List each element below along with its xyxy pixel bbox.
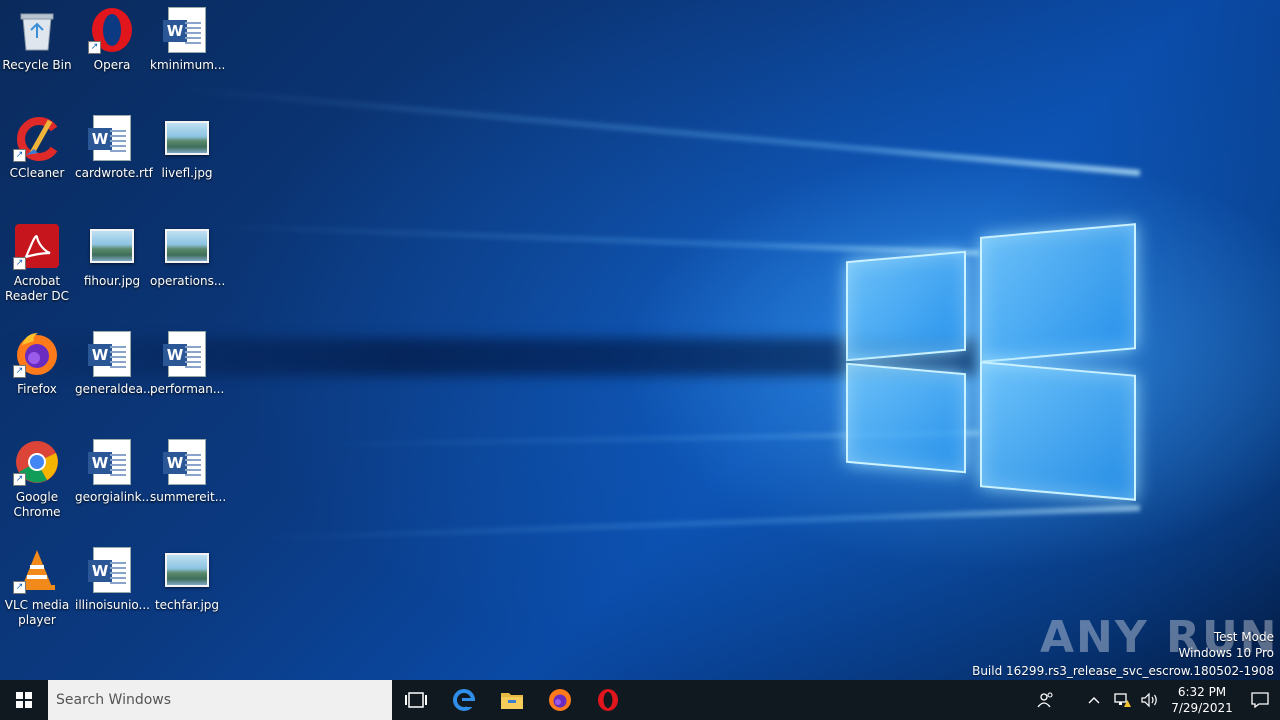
system-tray: 6:32 PM 7/29/2021 xyxy=(1032,680,1280,720)
desktop-icon-label: techfar.jpg xyxy=(154,598,220,612)
chrome-icon: ↗ xyxy=(13,438,61,486)
search-placeholder: Search Windows xyxy=(56,692,172,708)
desktop-icon-label: Google Chrome xyxy=(13,490,61,519)
notification-icon xyxy=(1251,692,1269,708)
desktop-icon-google-chrome[interactable]: ↗ Google Chrome xyxy=(0,438,74,520)
logo-pane-bottom-right xyxy=(980,361,1136,501)
desktop-icon-label: livefl.jpg xyxy=(161,166,213,180)
desktop-icon-vlc-media-player[interactable]: ↗ VLC media player xyxy=(0,546,74,628)
vlc-icon: ↗ xyxy=(13,546,61,594)
opera-icon: ↗ xyxy=(88,6,136,54)
desktop-icon-label: VLC media player xyxy=(4,598,70,627)
people-icon xyxy=(1037,692,1053,708)
wallpaper-light-beam xyxy=(183,86,1141,176)
taskbar-file-explorer-button[interactable] xyxy=(488,680,536,720)
windows-logo-wallpaper xyxy=(840,216,1140,516)
logo-pane-top-right xyxy=(980,223,1136,363)
taskbar-edge-button[interactable] xyxy=(440,680,488,720)
image-icon xyxy=(163,222,211,270)
desktop-icon-label: generaldea... xyxy=(75,382,155,396)
test-mode-label: Test Mode xyxy=(1213,630,1274,644)
desktop-icon-label: CCleaner xyxy=(9,166,65,180)
desktop-icon-opera[interactable]: ↗ Opera xyxy=(75,6,149,73)
shortcut-arrow-icon: ↗ xyxy=(88,41,101,54)
shortcut-arrow-icon: ↗ xyxy=(13,257,26,270)
word-icon: W xyxy=(88,438,136,486)
image-icon xyxy=(163,114,211,162)
firefox-icon xyxy=(549,689,571,711)
ccleaner-icon: ↗ xyxy=(13,114,61,162)
network-warning-icon xyxy=(1114,693,1131,707)
chevron-up-icon xyxy=(1088,697,1100,704)
task-view-button[interactable] xyxy=(392,680,440,720)
windows-edition-label: Windows 10 Pro xyxy=(1178,646,1274,660)
desktop-icon-label: Acrobat Reader DC xyxy=(5,274,69,303)
folder-icon xyxy=(501,693,523,709)
desktop-icon-firefox[interactable]: ↗ Firefox xyxy=(0,330,74,397)
clock[interactable]: 6:32 PM 7/29/2021 xyxy=(1164,684,1240,716)
clock-time: 6:32 PM xyxy=(1177,685,1227,699)
search-box[interactable]: Search Windows xyxy=(48,680,392,720)
taskbar-firefox-button[interactable] xyxy=(536,680,584,720)
desktop-icon-fihour-jpg[interactable]: fihour.jpg xyxy=(75,222,149,289)
desktop-icon-label: summereit... xyxy=(150,490,227,504)
speaker-icon xyxy=(1141,692,1157,708)
desktop-icon-label: kminimum... xyxy=(150,58,226,72)
opera-icon xyxy=(598,689,618,711)
desktop-icon-georgialink[interactable]: Wgeorgialink... xyxy=(75,438,154,505)
desktop-icon-ccleaner[interactable]: ↗ CCleaner xyxy=(0,114,74,181)
windows-start-icon xyxy=(16,692,32,708)
desktop-icon-performan[interactable]: Wperforman... xyxy=(150,330,224,397)
people-button[interactable] xyxy=(1032,680,1060,720)
logo-pane-bottom-left xyxy=(846,362,966,474)
image-icon xyxy=(88,222,136,270)
desktop-icon-techfar-jpg[interactable]: techfar.jpg xyxy=(150,546,224,613)
desktop-icon-recycle-bin[interactable]: Recycle Bin xyxy=(0,6,74,73)
desktop-icon-label: georgialink... xyxy=(75,490,154,504)
recycle-icon xyxy=(13,6,61,54)
acrobat-icon: ↗ xyxy=(13,222,61,270)
taskbar-opera-button[interactable] xyxy=(584,680,632,720)
desktop-icon-label: fihour.jpg xyxy=(83,274,141,288)
desktop-icon-generaldea[interactable]: Wgeneraldea... xyxy=(75,330,155,397)
edge-icon xyxy=(453,689,475,711)
shortcut-arrow-icon: ↗ xyxy=(13,581,26,594)
build-label: Build 16299.rs3_release_svc_escrow.18050… xyxy=(972,664,1274,678)
clock-date: 7/29/2021 xyxy=(1171,701,1233,715)
desktop-icon-acrobat-reader-dc[interactable]: ↗ Acrobat Reader DC xyxy=(0,222,74,304)
desktop-icon-label: cardwrote.rtf xyxy=(75,166,153,180)
word-icon: W xyxy=(88,114,136,162)
shortcut-arrow-icon: ↗ xyxy=(13,473,26,486)
firefox-icon: ↗ xyxy=(13,330,61,378)
word-icon: W xyxy=(88,546,136,594)
desktop-icon-livefl-jpg[interactable]: livefl.jpg xyxy=(150,114,224,181)
network-button[interactable] xyxy=(1108,680,1136,720)
desktop-icon-kminimum[interactable]: Wkminimum... xyxy=(150,6,226,73)
desktop-icon-label: Opera xyxy=(93,58,131,72)
desktop-icon-summereit[interactable]: Wsummereit... xyxy=(150,438,227,505)
desktop-icon-cardwrote-rtf[interactable]: Wcardwrote.rtf xyxy=(75,114,153,181)
desktop-icon-label: illinoisunio... xyxy=(75,598,150,612)
word-icon: W xyxy=(163,438,211,486)
shortcut-arrow-icon: ↗ xyxy=(13,365,26,378)
word-icon: W xyxy=(88,330,136,378)
desktop-icon-label: operations... xyxy=(150,274,226,288)
image-icon xyxy=(163,546,211,594)
volume-button[interactable] xyxy=(1136,680,1164,720)
action-center-button[interactable] xyxy=(1240,680,1280,720)
logo-pane-top-left xyxy=(846,250,966,362)
word-icon: W xyxy=(163,6,211,54)
task-view-icon xyxy=(405,692,427,708)
start-button[interactable] xyxy=(0,680,48,720)
desktop-icon-label: performan... xyxy=(150,382,225,396)
desktop-icon-operations[interactable]: operations... xyxy=(150,222,226,289)
desktop-icon-label: Recycle Bin xyxy=(2,58,72,72)
shortcut-arrow-icon: ↗ xyxy=(13,149,26,162)
taskbar: Search Windows 6:32 PM 7/29/2021 xyxy=(0,680,1280,720)
show-hidden-icons-button[interactable] xyxy=(1080,680,1108,720)
word-icon: W xyxy=(163,330,211,378)
desktop-icon-illinoisunio[interactable]: Willinoisunio... xyxy=(75,546,150,613)
desktop-icon-label: Firefox xyxy=(17,382,57,396)
